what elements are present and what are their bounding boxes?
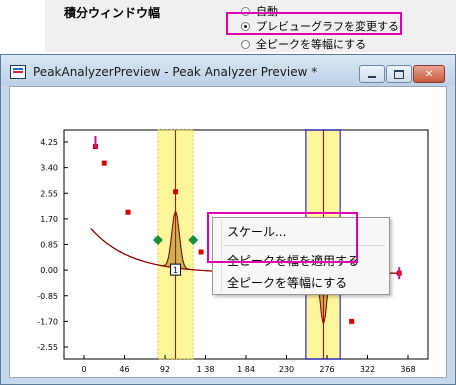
- minimize-button[interactable]: [359, 65, 385, 83]
- close-button[interactable]: ✕: [413, 65, 445, 83]
- y-tick-label: -0.85: [37, 292, 58, 301]
- data-point: [101, 160, 107, 166]
- title-bar[interactable]: PeakAnalyzerPreview - Peak Analyzer Prev…: [1, 55, 455, 86]
- data-point: [349, 318, 355, 324]
- highlight-menu-box: [207, 212, 358, 263]
- y-tick-label: 4.25: [40, 138, 58, 147]
- y-tick-label: 1.70: [40, 215, 58, 224]
- y-tick-label: 2.55: [40, 189, 58, 198]
- x-tick-label: 92: [160, 365, 170, 374]
- x-tick-label: 1 38: [197, 365, 215, 374]
- peak-analyzer-preview-window: PeakAnalyzerPreview - Peak Analyzer Prev…: [0, 54, 456, 385]
- y-tick-label: -2.55: [37, 343, 58, 352]
- x-tick-label: 322: [360, 365, 375, 374]
- menu-item-equal-width-all[interactable]: 全ピークを等幅にする: [227, 274, 347, 291]
- x-tick-label: 46: [119, 365, 129, 374]
- y-tick-label: 0.00: [40, 266, 58, 275]
- y-tick-label: 3.40: [40, 164, 58, 173]
- radio-equal-width-label: 全ピークを等幅にする: [256, 38, 367, 51]
- graph-window-icon: [10, 65, 26, 79]
- close-icon: ✕: [424, 68, 434, 80]
- maximize-button[interactable]: [386, 65, 412, 83]
- y-tick-label: 0.85: [40, 241, 58, 250]
- x-tick-label: 1 84: [237, 365, 255, 374]
- maximize-icon: [394, 69, 404, 79]
- highlight-option-box: [226, 12, 402, 35]
- data-point: [125, 209, 131, 215]
- peak-label: 1: [173, 266, 178, 275]
- graph-area[interactable]: 0 46 92 1 38 1 84 230 276 322 368 4.25 3.40 2.55 1.7…: [9, 86, 447, 378]
- minimize-icon: [368, 76, 376, 78]
- x-tick-label: 230: [279, 365, 294, 374]
- data-point: [173, 189, 179, 195]
- x-tick-label: 276: [319, 365, 334, 374]
- radio-equal-width[interactable]: 全ピークを等幅にする: [241, 36, 366, 52]
- x-tick-label: 0: [81, 365, 86, 374]
- radio-equal-width-indicator[interactable]: [241, 39, 250, 49]
- y-tick-label: -1.70: [37, 317, 58, 326]
- window-title: PeakAnalyzerPreview - Peak Analyzer Prev…: [33, 65, 318, 79]
- integration-window-width-label: 積分ウィンドウ幅: [64, 6, 161, 20]
- data-point: [198, 249, 204, 255]
- x-tick-label: 368: [400, 365, 415, 374]
